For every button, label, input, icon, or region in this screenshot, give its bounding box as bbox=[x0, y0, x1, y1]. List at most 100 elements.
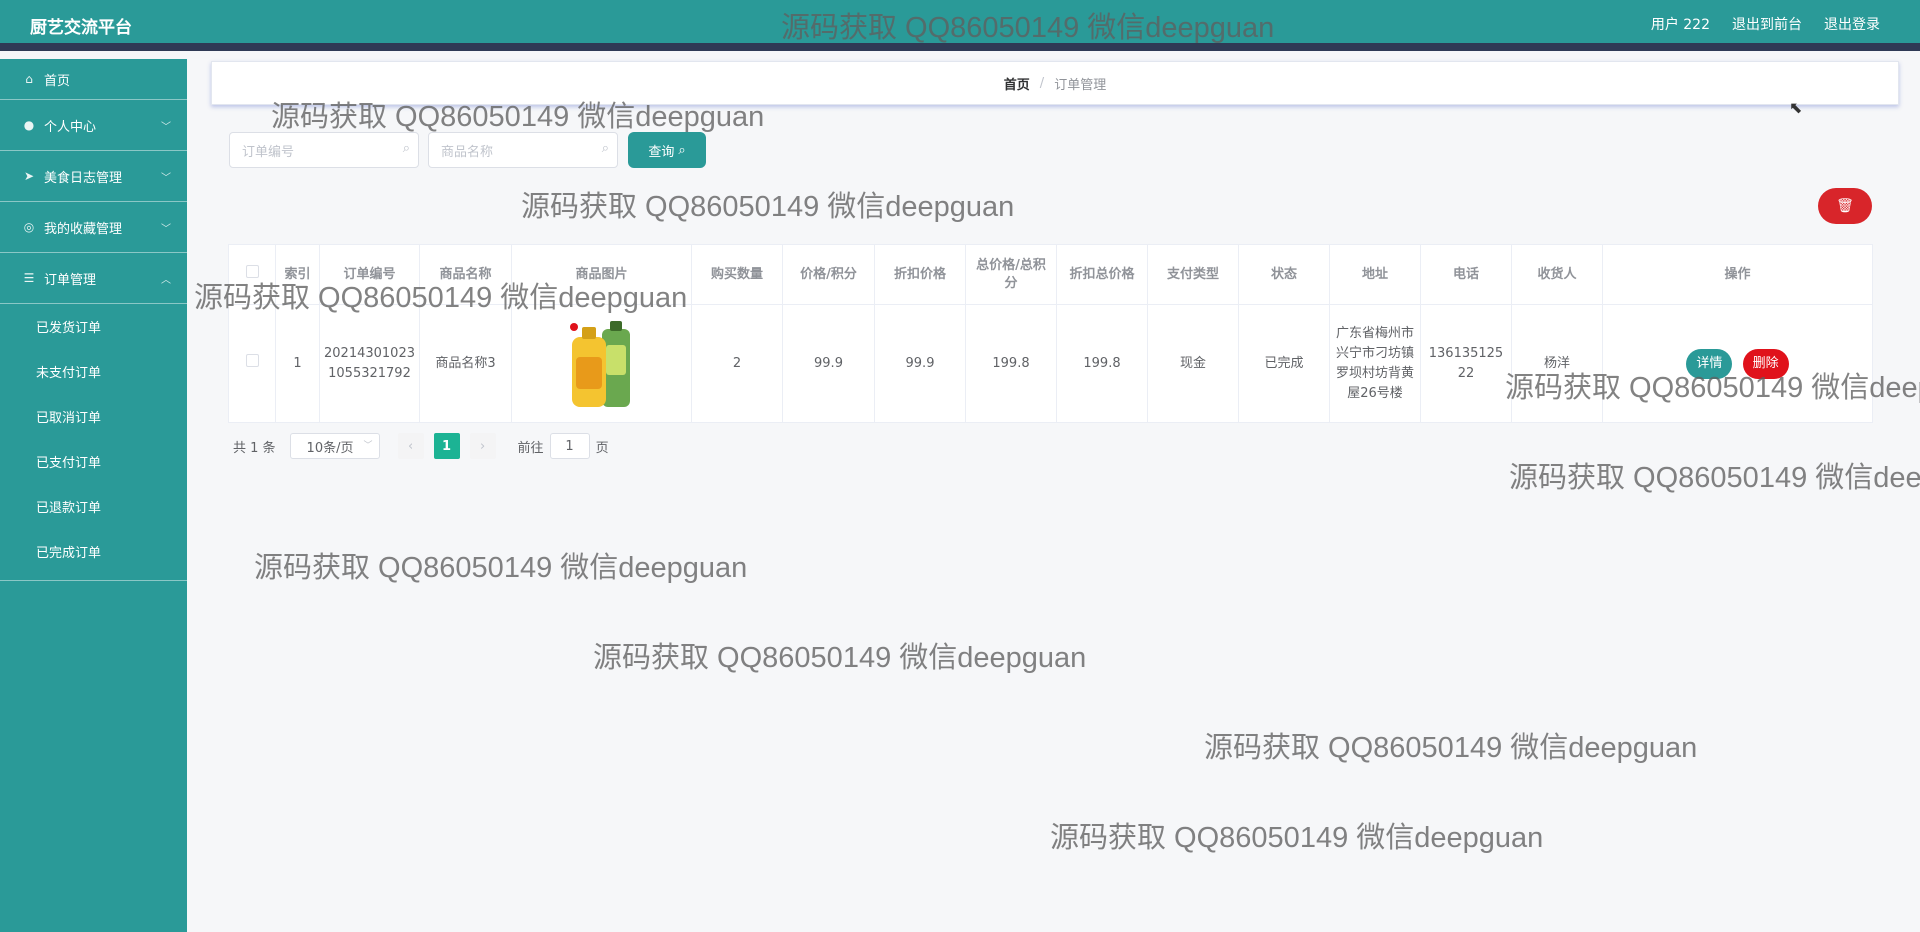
globe-icon: ◎ bbox=[23, 220, 35, 234]
breadcrumb: 首页 / 订单管理 bbox=[211, 61, 1899, 105]
breadcrumb-home[interactable]: 首页 bbox=[1004, 74, 1030, 93]
oil-bottles-image bbox=[569, 320, 630, 407]
bulk-delete-button[interactable]: 🗑 bbox=[1818, 188, 1872, 224]
status-cell: 已完成 bbox=[1238, 304, 1330, 423]
pagination: 共 1 条 10条/页 ﹀ ‹ 1 › 前往 1 页 bbox=[233, 433, 609, 459]
sidebar-item-personal-center[interactable]: ● 个人中心 ﹀ bbox=[0, 100, 187, 151]
row-checkbox[interactable] bbox=[245, 353, 259, 367]
column-header: 索引 bbox=[275, 244, 320, 305]
exit-to-frontend-link[interactable]: 退出到前台 bbox=[1732, 14, 1802, 34]
trash-icon: 🗑 bbox=[1836, 198, 1854, 214]
column-header: 操作 bbox=[1602, 244, 1873, 305]
page-number-current[interactable]: 1 bbox=[433, 433, 460, 459]
chevron-right-icon: › bbox=[479, 438, 486, 454]
logout-link[interactable]: 退出登录 bbox=[1824, 14, 1880, 34]
orders-table: 索引 订单编号 商品名称 商品图片 购买数量 价格/积分 折扣价格 总价格/总积… bbox=[228, 244, 1873, 423]
search-icon: ⌕ bbox=[402, 141, 410, 156]
goto-suffix: 页 bbox=[595, 440, 609, 456]
menu-icon: ☰ bbox=[23, 271, 35, 285]
mouse-cursor-icon: ⬉ bbox=[1789, 98, 1803, 117]
column-header: 总价格/总积分 bbox=[965, 244, 1057, 305]
header-actions: 用户 222 退出到前台 退出登录 bbox=[1651, 14, 1880, 34]
product-image-cell bbox=[511, 304, 692, 423]
main-content: 订单编号 ⌕ 商品名称 ⌕ 查询 ⌕ 🗑 索引 订单编号 商品名称 商品图片 购… bbox=[211, 113, 1899, 475]
watermark: 源码获取 QQ86050149 微信deepguan bbox=[1204, 732, 1698, 764]
discount-price-cell: 99.9 bbox=[874, 304, 966, 423]
column-header: 购买数量 bbox=[691, 244, 783, 305]
product-name-search-input[interactable]: 商品名称 ⌕ bbox=[428, 132, 618, 168]
watermark: 源码获取 QQ86050149 微信deepguan bbox=[254, 552, 748, 584]
chevron-down-icon: ﹀ bbox=[161, 173, 171, 184]
order-number-placeholder: 订单编号 bbox=[242, 144, 295, 160]
detail-button[interactable]: 详情 bbox=[1686, 348, 1733, 379]
column-header: 商品图片 bbox=[511, 244, 692, 305]
select-all-header bbox=[228, 244, 276, 305]
column-header: 折扣总价格 bbox=[1056, 244, 1148, 305]
query-button-label: 查询 bbox=[648, 144, 675, 160]
order-number-cell: 202143010231055321792 bbox=[319, 304, 420, 423]
send-icon: ➤ bbox=[23, 169, 35, 183]
column-header: 订单编号 bbox=[319, 244, 420, 305]
sidebar-item-label: 我的收藏管理 bbox=[44, 221, 123, 237]
chevron-down-icon: ﹀ bbox=[161, 224, 171, 235]
discount-total-cell: 199.8 bbox=[1056, 304, 1148, 423]
total-price-cell: 199.8 bbox=[965, 304, 1057, 423]
sidebar-item-favorites[interactable]: ◎ 我的收藏管理 ﹀ bbox=[0, 202, 187, 253]
search-icon: ⌕ bbox=[601, 141, 609, 156]
sidebar-item-label: 首页 bbox=[44, 73, 71, 89]
next-page-button[interactable]: › bbox=[469, 433, 496, 459]
orders-submenu: 已发货订单 未支付订单 已取消订单 已支付订单 已退款订单 已完成订单 bbox=[0, 304, 187, 581]
sidebar-item-shipped-orders[interactable]: 已发货订单 bbox=[0, 304, 187, 349]
query-button[interactable]: 查询 ⌕ bbox=[628, 132, 706, 168]
actions-cell: 详情 删除 bbox=[1602, 304, 1873, 423]
sidebar-item-home[interactable]: ⌂ 首页 bbox=[0, 59, 187, 100]
address-cell: 广东省梅州市兴宁市刁坊镇罗坝村坊背黄屋26号楼 bbox=[1329, 304, 1421, 423]
row-select-cell bbox=[228, 304, 276, 423]
search-icon: ⌕ bbox=[678, 142, 686, 158]
watermark: 源码获取 QQ86050149 微信deepguan bbox=[593, 642, 1087, 674]
table-header-row: 索引 订单编号 商品名称 商品图片 购买数量 价格/积分 折扣价格 总价格/总积… bbox=[228, 244, 1873, 305]
breadcrumb-separator: / bbox=[1039, 75, 1045, 91]
phone-cell: 13613512522 bbox=[1420, 304, 1512, 423]
chevron-down-icon: ﹀ bbox=[363, 441, 373, 451]
column-header: 价格/积分 bbox=[782, 244, 875, 305]
sidebar-item-orders[interactable]: ☰ 订单管理 ︿ bbox=[0, 253, 187, 304]
column-header: 地址 bbox=[1329, 244, 1421, 305]
prev-page-button[interactable]: ‹ bbox=[397, 433, 424, 459]
sidebar-item-label: 美食日志管理 bbox=[44, 170, 123, 186]
product-name-placeholder: 商品名称 bbox=[441, 144, 494, 160]
receiver-cell: 杨洋 bbox=[1511, 304, 1603, 423]
page-size-select[interactable]: 10条/页 ﹀ bbox=[289, 433, 380, 459]
sidebar-item-cancelled-orders[interactable]: 已取消订单 bbox=[0, 394, 187, 439]
home-icon: ⌂ bbox=[25, 72, 33, 86]
total-count: 共 1 条 bbox=[233, 440, 276, 456]
sidebar-item-completed-orders[interactable]: 已完成订单 bbox=[0, 529, 187, 574]
table-row: 1 202143010231055321792 商品名称3 2 99.9 99.… bbox=[228, 304, 1873, 423]
sidebar: ⌂ 首页 ● 个人中心 ﹀ ➤ 美食日志管理 ﹀ ◎ 我的收藏管理 ﹀ ☰ 订单… bbox=[0, 59, 187, 932]
payment-type-cell: 现金 bbox=[1147, 304, 1239, 423]
column-header: 折扣价格 bbox=[874, 244, 966, 305]
delete-button[interactable]: 删除 bbox=[1742, 348, 1789, 379]
column-header: 商品名称 bbox=[419, 244, 512, 305]
column-header: 电话 bbox=[1420, 244, 1512, 305]
goto-page-input[interactable]: 1 bbox=[549, 433, 590, 459]
sidebar-item-paid-orders[interactable]: 已支付订单 bbox=[0, 439, 187, 484]
column-header: 支付类型 bbox=[1147, 244, 1239, 305]
page-size-value: 10条/页 bbox=[306, 440, 354, 456]
index-cell: 1 bbox=[275, 304, 320, 423]
chevron-up-icon: ︿ bbox=[161, 275, 171, 286]
sidebar-item-unpaid-orders[interactable]: 未支付订单 bbox=[0, 349, 187, 394]
order-number-search-input[interactable]: 订单编号 ⌕ bbox=[229, 132, 419, 168]
chevron-left-icon: ‹ bbox=[407, 438, 414, 454]
select-all-checkbox[interactable] bbox=[245, 265, 259, 278]
breadcrumb-current: 订单管理 bbox=[1054, 77, 1107, 93]
top-header: 厨艺交流平台 用户 222 退出到前台 退出登录 bbox=[0, 0, 1920, 51]
sidebar-item-food-log[interactable]: ➤ 美食日志管理 ﹀ bbox=[0, 151, 187, 202]
sidebar-item-label: 个人中心 bbox=[44, 119, 97, 135]
sidebar-item-refunded-orders[interactable]: 已退款订单 bbox=[0, 484, 187, 529]
quantity-cell: 2 bbox=[691, 304, 783, 423]
user-icon: ● bbox=[23, 118, 35, 132]
watermark: 源码获取 QQ86050149 微信deepguan bbox=[1050, 822, 1544, 854]
sidebar-item-label: 订单管理 bbox=[44, 272, 97, 288]
column-header: 状态 bbox=[1238, 244, 1330, 305]
